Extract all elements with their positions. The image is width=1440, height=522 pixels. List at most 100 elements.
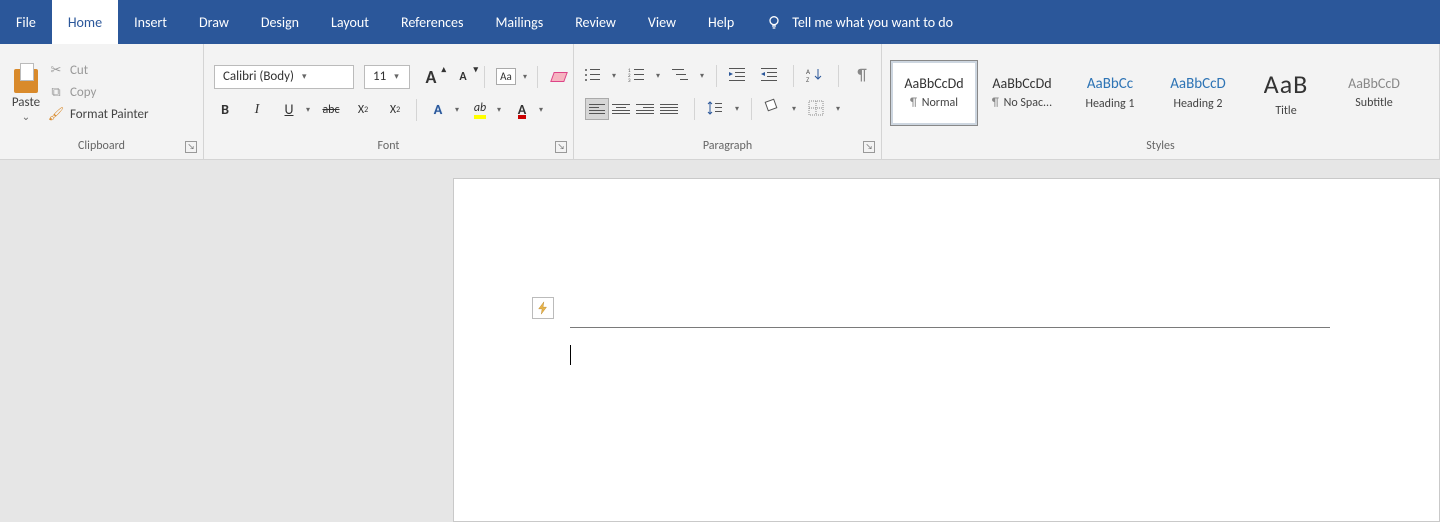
decrease-indent-button[interactable] — [729, 67, 749, 85]
style-preview: AaBbCcDd — [904, 75, 963, 92]
sort-button[interactable]: AZ — [806, 67, 826, 85]
multilevel-list-button[interactable] — [672, 67, 692, 85]
align-justify-button[interactable] — [657, 98, 681, 120]
borders-dropdown[interactable]: ▾ — [836, 104, 840, 114]
style-name-label: Subtitle — [1355, 96, 1393, 110]
style-preview: AaBbCc — [1087, 75, 1133, 93]
style-no-spac-[interactable]: AaBbCcDd ¶ No Spac... — [978, 60, 1066, 126]
highlight-dropdown[interactable]: ▾ — [497, 105, 501, 115]
separator — [716, 65, 717, 87]
style-preview: AaBbCcDd — [992, 75, 1051, 92]
tab-draw[interactable]: Draw — [183, 0, 245, 44]
font-size-combo[interactable]: 11 ▾ — [364, 65, 410, 89]
style-heading-1[interactable]: AaBbCc Heading 1 — [1066, 60, 1154, 126]
tab-layout[interactable]: Layout — [315, 0, 385, 44]
multilevel-dropdown[interactable]: ▾ — [700, 71, 704, 81]
highlight-button[interactable]: ab — [469, 99, 491, 121]
underline-button[interactable]: U — [278, 99, 300, 121]
separator — [838, 65, 839, 87]
font-launcher[interactable]: ↘ — [555, 141, 567, 153]
underline-dropdown[interactable]: ▾ — [306, 105, 310, 115]
scissors-icon: ✂ — [48, 63, 64, 79]
paste-button[interactable]: Paste ⌄ — [10, 63, 42, 123]
separator — [751, 98, 752, 120]
font-name-value: Calibri (Body) — [223, 69, 294, 84]
strikethrough-button[interactable]: abc — [320, 99, 342, 121]
increase-indent-button[interactable] — [761, 67, 781, 85]
change-case-dropdown[interactable]: ▾ — [523, 72, 527, 82]
copy-button[interactable]: ⧉ Copy — [48, 85, 149, 101]
shading-button[interactable] — [764, 100, 784, 118]
tell-me-search[interactable]: Tell me what you want to do — [750, 0, 969, 44]
shading-dropdown[interactable]: ▾ — [792, 104, 796, 114]
separator — [416, 99, 417, 121]
chevron-down-icon: ▾ — [302, 71, 307, 82]
chevron-down-icon: ▾ — [394, 71, 399, 82]
font-name-combo[interactable]: Calibri (Body) ▾ — [214, 65, 354, 89]
format-painter-button[interactable]: 🖌 Format Painter — [48, 107, 149, 123]
tab-review[interactable]: Review — [559, 0, 632, 44]
paste-label: Paste — [12, 95, 40, 110]
tab-design[interactable]: Design — [245, 0, 315, 44]
document-workspace — [0, 160, 1440, 522]
line-spacing-button[interactable] — [707, 100, 727, 118]
superscript-button[interactable]: X2 — [384, 99, 406, 121]
subscript-button[interactable]: X2 — [352, 99, 374, 121]
clear-formatting-button[interactable] — [548, 66, 570, 88]
style-normal[interactable]: AaBbCcDd¶ Normal — [890, 60, 978, 126]
group-clipboard: Paste ⌄ ✂ Cut ⧉ Copy 🖌 Format Painter Cl… — [0, 44, 204, 159]
text-effects-dropdown[interactable]: ▾ — [455, 105, 459, 115]
style-heading-2[interactable]: AaBbCcD Heading 2 — [1154, 60, 1242, 126]
tab-home[interactable]: Home — [52, 0, 118, 44]
borders-button[interactable] — [808, 100, 828, 118]
cut-button[interactable]: ✂ Cut — [48, 63, 149, 79]
align-center-button[interactable] — [609, 98, 633, 120]
shrink-font-button[interactable]: A▾ — [452, 66, 474, 88]
numbering-button[interactable]: 123 — [628, 67, 648, 85]
align-right-button[interactable] — [633, 98, 657, 120]
font-group-label: Font — [204, 135, 573, 159]
line-spacing-dropdown[interactable]: ▾ — [735, 104, 739, 114]
grow-font-button[interactable]: A▴ — [420, 66, 442, 88]
text-cursor — [570, 345, 571, 365]
style-preview: AaBbCcD — [1348, 75, 1400, 92]
autocorrect-smarttag[interactable] — [532, 297, 554, 319]
separator — [537, 66, 538, 88]
italic-button[interactable]: I — [246, 99, 268, 121]
brush-icon: 🖌 — [48, 107, 64, 123]
numbering-dropdown[interactable]: ▾ — [656, 71, 660, 81]
font-color-dropdown[interactable]: ▾ — [539, 105, 543, 115]
paste-dropdown[interactable]: ⌄ — [22, 110, 30, 123]
font-color-button[interactable]: A — [511, 99, 533, 121]
style-preview: AaBbCcD — [1170, 75, 1225, 93]
bullets-button[interactable] — [584, 67, 604, 85]
bold-button[interactable]: B — [214, 99, 236, 121]
tab-references[interactable]: References — [385, 0, 479, 44]
document-page[interactable] — [453, 178, 1440, 522]
paragraph-launcher[interactable]: ↘ — [863, 141, 875, 153]
format-painter-label: Format Painter — [70, 107, 149, 122]
style-name-label: ¶ No Spac... — [992, 96, 1052, 110]
style-subtitle[interactable]: AaBbCcD Subtitle — [1330, 60, 1418, 126]
svg-text:3: 3 — [628, 78, 631, 83]
text-effects-button[interactable]: A — [427, 99, 449, 121]
align-left-button[interactable] — [585, 98, 609, 120]
clipboard-launcher[interactable]: ↘ — [185, 141, 197, 153]
tab-insert[interactable]: Insert — [118, 0, 183, 44]
bullets-dropdown[interactable]: ▾ — [612, 71, 616, 81]
lightbulb-icon — [766, 14, 782, 30]
ribbon: Paste ⌄ ✂ Cut ⧉ Copy 🖌 Format Painter Cl… — [0, 44, 1440, 160]
separator — [694, 98, 695, 120]
style-preview: AaB — [1264, 68, 1309, 100]
tab-help[interactable]: Help — [692, 0, 750, 44]
styles-gallery[interactable]: AaBbCcDd¶ NormalAaBbCcDd¶ No Spac...AaBb… — [890, 60, 1418, 126]
tab-mailings[interactable]: Mailings — [479, 0, 559, 44]
group-font: Calibri (Body) ▾ 11 ▾ A▴ A▾ Aa ▾ — [204, 44, 574, 159]
change-case-button[interactable]: Aa — [495, 66, 517, 88]
styles-group-label: Styles — [882, 135, 1439, 159]
separator — [484, 66, 485, 88]
tab-file[interactable]: File — [0, 0, 52, 44]
style-title[interactable]: AaB Title — [1242, 60, 1330, 126]
tab-view[interactable]: View — [632, 0, 692, 44]
show-hide-marks-button[interactable]: ¶ — [851, 65, 873, 87]
